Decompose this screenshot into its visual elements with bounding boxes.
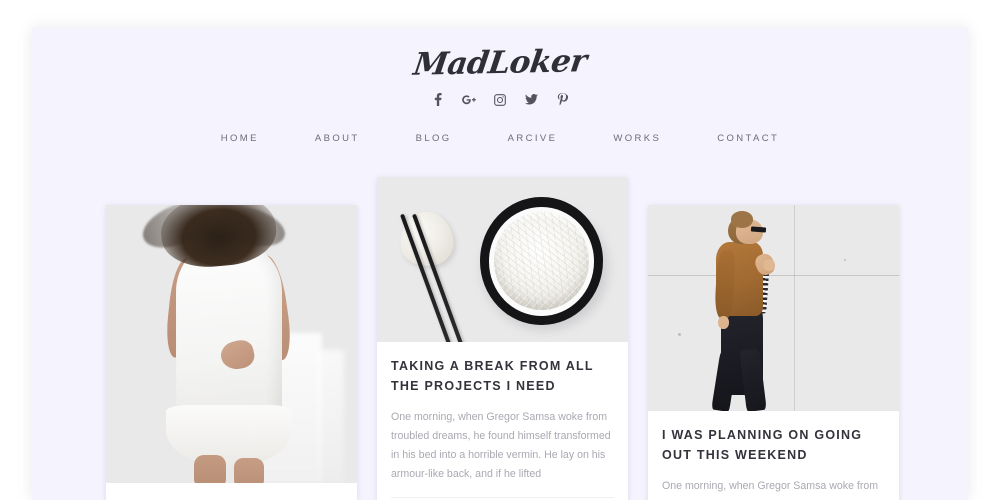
photo-figure-leg bbox=[234, 457, 265, 483]
post-meta: LITTLE THINGS 14 COMMENTS bbox=[391, 496, 614, 500]
nav-item-works[interactable]: WORKS bbox=[585, 133, 689, 144]
photo-figure-leg bbox=[193, 455, 227, 483]
facebook-icon bbox=[434, 93, 442, 107]
post-grid: AFTER WEEKS OF WIND, RAIN AND HAIL TAKIN… bbox=[106, 177, 900, 500]
social-link-pinterest[interactable] bbox=[555, 92, 570, 107]
photo-rice-texture bbox=[493, 212, 590, 310]
photo-figure-hand bbox=[718, 316, 729, 329]
post-body: I WAS PLANNING ON GOING OUT THIS WEEKEND… bbox=[648, 411, 899, 500]
nav-item-home[interactable]: HOME bbox=[193, 133, 287, 144]
post-thumbnail-image[interactable] bbox=[648, 205, 899, 411]
photo-figure-sunglasses bbox=[750, 226, 767, 233]
photo-wall-seam bbox=[648, 275, 899, 277]
social-link-instagram[interactable] bbox=[493, 92, 508, 107]
post-excerpt: One morning, when Gregor Samsa woke from… bbox=[662, 479, 882, 500]
social-link-facebook[interactable] bbox=[431, 92, 446, 107]
photo-figure-hair-bun bbox=[730, 211, 754, 228]
post-card[interactable]: AFTER WEEKS OF WIND, RAIN AND HAIL bbox=[106, 205, 357, 500]
nav-item-arcive[interactable]: ARCIVE bbox=[480, 133, 586, 144]
social-link-google-plus[interactable] bbox=[462, 92, 477, 107]
nav-item-about[interactable]: ABOUT bbox=[287, 133, 388, 144]
photo-wall-seam bbox=[793, 205, 795, 411]
site-panel: MadLoker HOME ABOUT BLOG ARCIVE WORKS CO… bbox=[32, 28, 968, 500]
nav-item-blog[interactable]: BLOG bbox=[388, 133, 480, 144]
nav-item-contact[interactable]: CONTACT bbox=[689, 133, 807, 144]
page-root: MadLoker HOME ABOUT BLOG ARCIVE WORKS CO… bbox=[0, 0, 1000, 500]
site-header: MadLoker HOME ABOUT BLOG ARCIVE WORKS CO… bbox=[32, 28, 968, 144]
post-thumbnail-image[interactable] bbox=[377, 177, 628, 342]
post-excerpt: One morning, when Gregor Samsa woke from… bbox=[391, 410, 611, 481]
post-card[interactable]: I WAS PLANNING ON GOING OUT THIS WEEKEND… bbox=[648, 205, 899, 500]
main-navigation: HOME ABOUT BLOG ARCIVE WORKS CONTACT bbox=[32, 133, 968, 144]
photo-figure-leg bbox=[739, 348, 768, 411]
photo-highlight bbox=[316, 349, 345, 483]
google-plus-icon bbox=[462, 94, 476, 106]
photo-wall-speck bbox=[678, 332, 682, 336]
instagram-icon bbox=[494, 93, 506, 106]
pinterest-icon bbox=[557, 93, 568, 106]
post-title[interactable]: TAKING A BREAK FROM ALL THE PROJECTS I N… bbox=[391, 356, 614, 397]
twitter-icon bbox=[524, 94, 538, 105]
post-body: TAKING A BREAK FROM ALL THE PROJECTS I N… bbox=[377, 342, 628, 500]
post-thumbnail-image[interactable] bbox=[106, 205, 357, 483]
post-body: AFTER WEEKS OF WIND, RAIN AND HAIL bbox=[106, 483, 357, 500]
site-logo[interactable]: MadLoker bbox=[411, 43, 589, 83]
social-link-twitter[interactable] bbox=[524, 92, 539, 107]
social-links bbox=[32, 92, 968, 107]
photo-figure-hand bbox=[763, 258, 775, 271]
post-title[interactable]: I WAS PLANNING ON GOING OUT THIS WEEKEND bbox=[662, 425, 885, 466]
post-card[interactable]: TAKING A BREAK FROM ALL THE PROJECTS I N… bbox=[377, 177, 628, 500]
photo-wall-speck bbox=[843, 258, 846, 261]
